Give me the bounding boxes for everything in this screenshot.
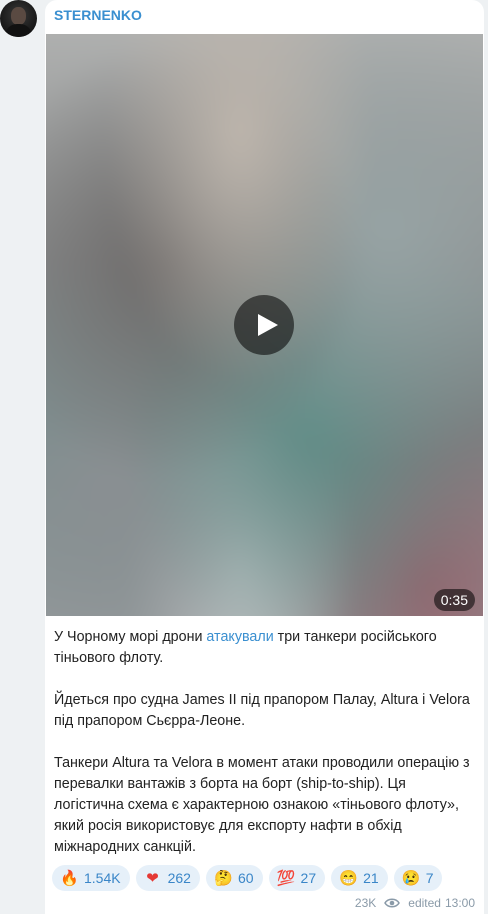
crying-face-icon: 😢 [401, 870, 421, 887]
reaction-count: 7 [425, 870, 434, 886]
reaction-fire[interactable]: 🔥 1.54K [52, 865, 130, 891]
channel-avatar[interactable] [0, 0, 37, 37]
post-paragraph-3: Танкери Altura та Velora в момент атаки … [54, 755, 470, 855]
thinking-face-icon: 🤔 [213, 870, 233, 887]
post-paragraph-1: У Чорному морі дрони атакували три танке… [54, 627, 478, 669]
attack-link[interactable]: атакували [206, 629, 273, 645]
reaction-heart[interactable]: ❤ 262 [135, 865, 200, 891]
message-bubble: STERNENKO 0:35 У Чорному морі дрони атак… [45, 0, 484, 914]
post-paragraph-2: Йдеться про судна James II під прапором … [54, 692, 470, 729]
message-meta: 23K edited 13:00 [355, 896, 475, 910]
post-text-part: У Чорному морі дрони [54, 629, 207, 645]
message-time: 13:00 [444, 896, 475, 910]
channel-name[interactable]: STERNENKO [54, 7, 142, 23]
play-icon[interactable] [234, 295, 294, 355]
reaction-count: 21 [363, 870, 379, 886]
reaction-hundred[interactable]: 💯 27 [268, 865, 326, 891]
avatar-face [11, 7, 26, 25]
avatar-body [5, 24, 32, 37]
reaction-count: 60 [237, 870, 254, 886]
reaction-count: 262 [167, 870, 191, 886]
reaction-grin[interactable]: 😁 21 [331, 865, 388, 891]
edited-label: edited [408, 896, 441, 910]
reaction-crying[interactable]: 😢 7 [393, 865, 443, 891]
view-count: 23K [354, 896, 377, 910]
heart-icon: ❤ [146, 870, 159, 887]
reaction-count: 1.54K [84, 870, 121, 886]
video-duration: 0:35 [433, 589, 475, 611]
video-player[interactable]: 0:35 [46, 34, 483, 616]
hundred-points-icon: 💯 [276, 870, 296, 887]
reaction-count: 27 [300, 870, 317, 886]
eye-icon [384, 898, 401, 908]
post-text: У Чорному морі дрони атакували три танке… [54, 627, 478, 858]
grinning-face-icon: 😁 [339, 870, 358, 887]
reaction-thinking[interactable]: 🤔 60 [205, 865, 263, 891]
reactions-bar: 🔥 1.54K ❤ 262 🤔 60 💯 27 😁 21 😢 7 [52, 865, 443, 891]
fire-icon: 🔥 [60, 870, 79, 887]
